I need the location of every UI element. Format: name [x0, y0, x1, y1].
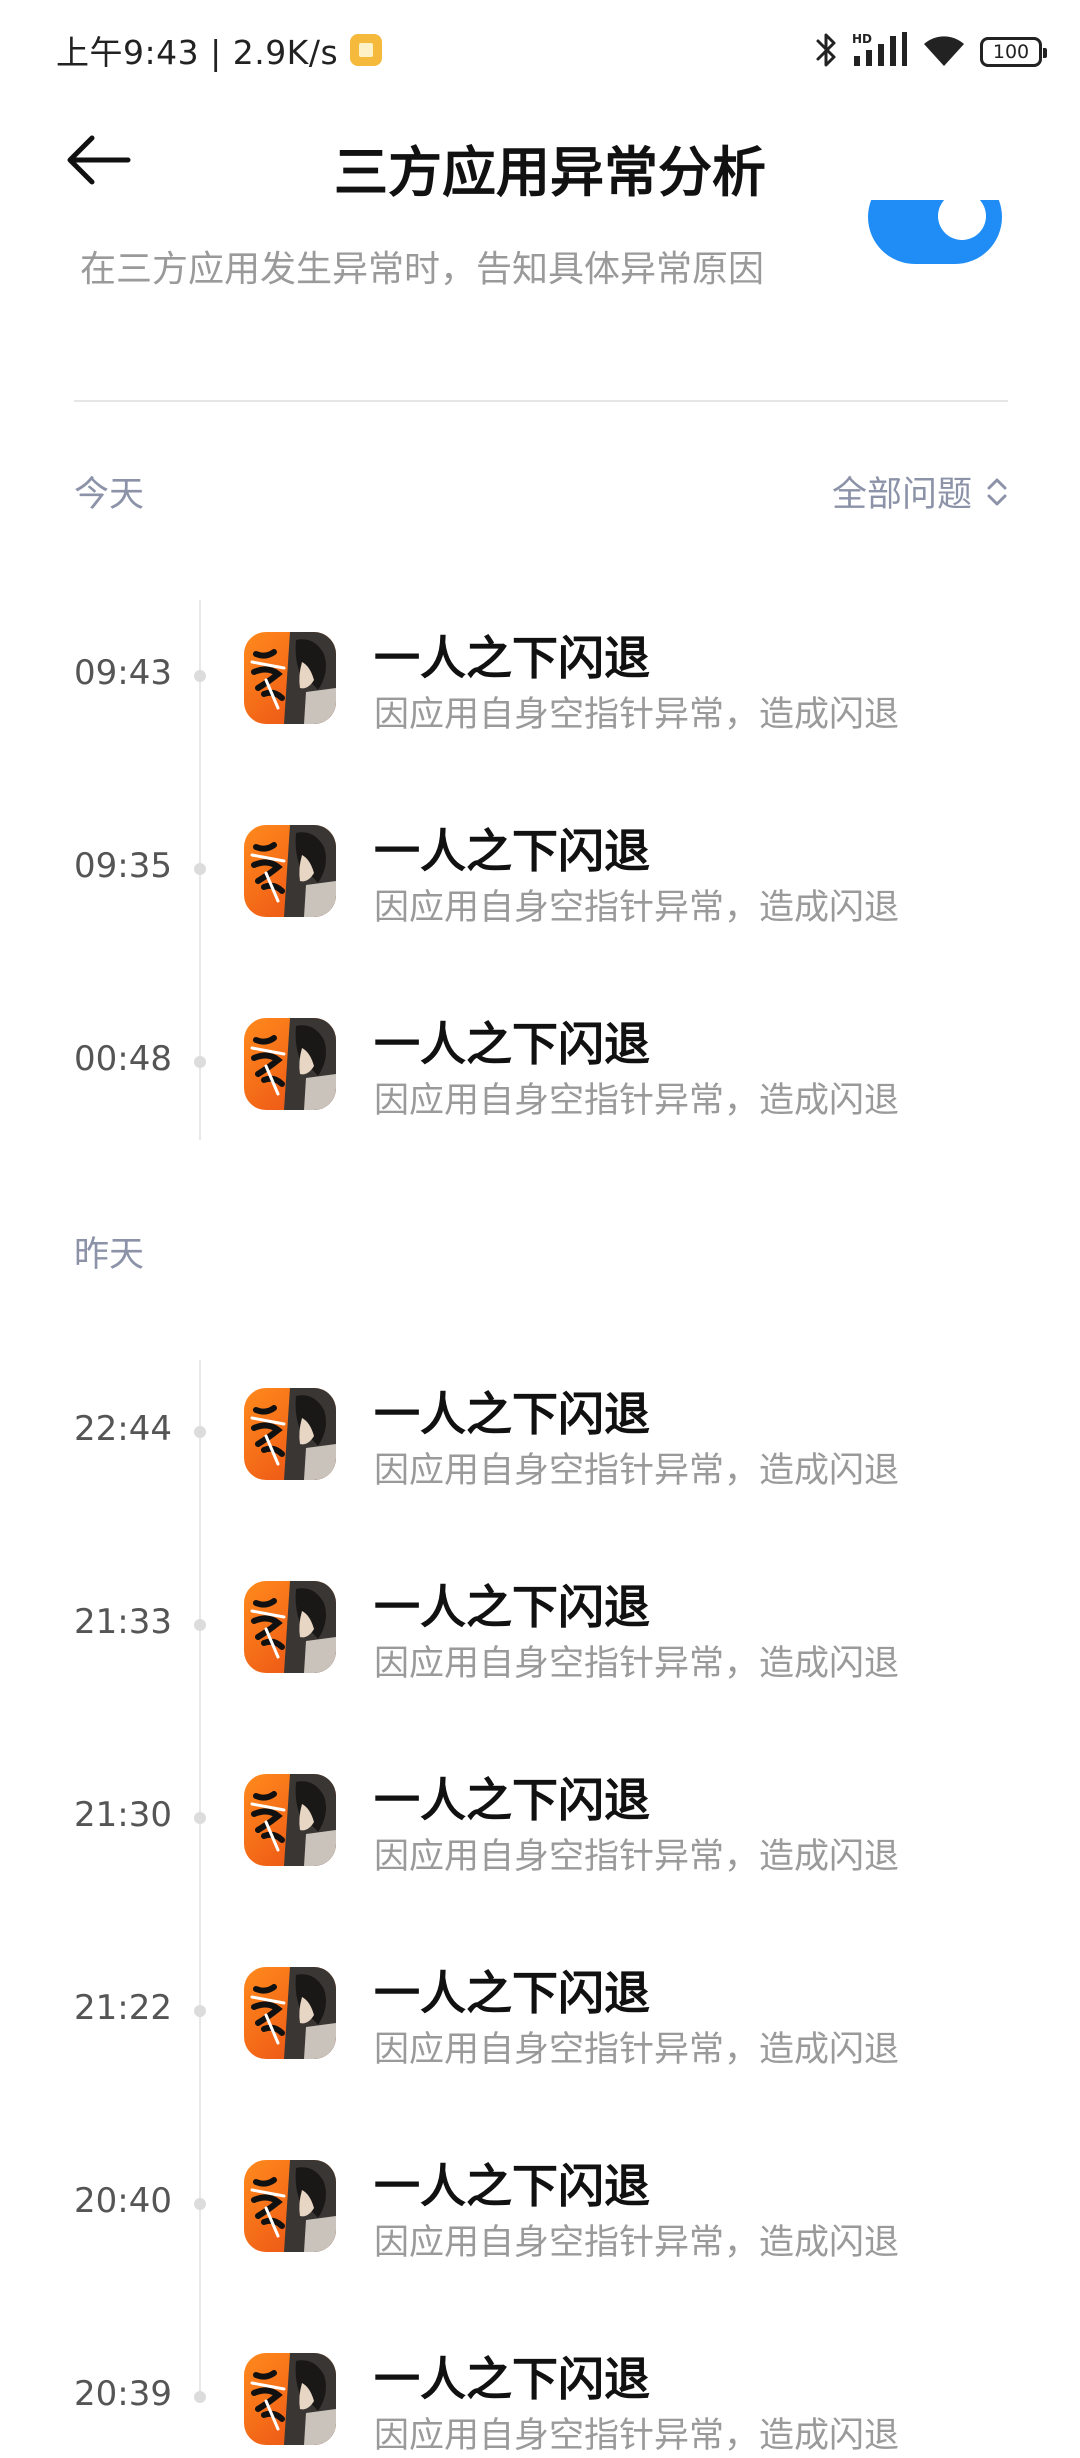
app-icon: [244, 1774, 336, 1866]
entry-description: 因应用自身空指针异常，造成闪退: [374, 695, 900, 735]
entry-time: 20:40: [74, 2181, 172, 2221]
crash-entry[interactable]: 21:22 一人之下闪退 因应用自身空指针异常，造成闪退: [0, 1957, 1080, 2070]
svg-text:HD: HD: [852, 32, 872, 46]
entry-title: 一人之下闪退: [374, 1387, 650, 1441]
header: 三方应用异常分析: [0, 110, 1080, 210]
entry-title: 一人之下闪退: [374, 1017, 650, 1071]
entry-time: 00:48: [74, 1039, 172, 1079]
entry-title: 一人之下闪退: [374, 824, 650, 878]
timeline-dot: [194, 863, 206, 875]
status-bar: 上午9:43 | 2.9K/s HD 100: [0, 0, 1080, 100]
crash-entry[interactable]: 20:39 一人之下闪退 因应用自身空指针异常，造成闪退: [0, 2343, 1080, 2456]
timeline-dot: [194, 1619, 206, 1631]
entry-title: 一人之下闪退: [374, 1773, 650, 1827]
app-icon: [244, 632, 336, 724]
filter-button[interactable]: 全部问题: [832, 466, 1008, 517]
crash-entry[interactable]: 09:43 一人之下闪退 因应用自身空指针异常，造成闪退: [0, 622, 1080, 735]
entry-description: 因应用自身空指针异常，造成闪退: [374, 1644, 900, 1684]
section-label: 今天: [74, 475, 145, 515]
app-icon: [244, 1388, 336, 1480]
crash-entry[interactable]: 09:35 一人之下闪退 因应用自身空指针异常，造成闪退: [0, 815, 1080, 928]
toggle-description: 在三方应用发生异常时，告知具体异常原因: [80, 249, 765, 290]
entry-title: 一人之下闪退: [374, 2352, 650, 2406]
entry-time: 20:39: [74, 2374, 172, 2414]
status-time-speed: 上午9:43 | 2.9K/s: [56, 33, 339, 72]
entry-title: 一人之下闪退: [374, 1580, 650, 1634]
section-header-yesterday: 昨天: [74, 1226, 1008, 1286]
filter-label: 全部问题: [831, 475, 972, 515]
crash-entry[interactable]: 21:33 一人之下闪退 因应用自身空指针异常，造成闪退: [0, 1571, 1080, 1684]
entry-description: 因应用自身空指针异常，造成闪退: [374, 2223, 900, 2263]
page-title: 三方应用异常分析: [334, 141, 766, 204]
enable-analysis-toggle[interactable]: [868, 200, 1002, 264]
crash-entry[interactable]: 22:44 一人之下闪退 因应用自身空指针异常，造成闪退: [0, 1378, 1080, 1491]
timeline-dot: [194, 1812, 206, 1824]
entry-time: 09:43: [74, 653, 172, 693]
crash-entry[interactable]: 20:40 一人之下闪退 因应用自身空指针异常，造成闪退: [0, 2150, 1080, 2263]
crash-entry[interactable]: 21:30 一人之下闪退 因应用自身空指针异常，造成闪退: [0, 1764, 1080, 1877]
app-icon: [244, 1581, 336, 1673]
app-icon: [244, 2353, 336, 2445]
timeline-dot: [194, 1056, 206, 1068]
entry-title: 一人之下闪退: [374, 631, 650, 685]
timeline-dot: [194, 1426, 206, 1438]
entry-time: 09:35: [74, 846, 172, 886]
battery-level: 100: [992, 41, 1030, 63]
notification-app-icon: [350, 34, 383, 66]
timeline-dot: [194, 2391, 206, 2403]
entry-time: 22:44: [74, 1409, 172, 1449]
hd-signal-icon: HD: [852, 30, 908, 74]
entry-description: 因应用自身空指针异常，造成闪退: [374, 1081, 900, 1121]
timeline-dot: [194, 2198, 206, 2210]
wifi-icon: [922, 32, 966, 72]
status-right: HD 100: [814, 30, 1047, 74]
sort-chevrons-icon: [987, 478, 1007, 505]
timeline-dot: [194, 2005, 206, 2017]
crash-entry[interactable]: 00:48 一人之下闪退 因应用自身空指针异常，造成闪退: [0, 1008, 1080, 1121]
section-label: 昨天: [74, 1235, 145, 1275]
entry-time: 21:33: [74, 1602, 172, 1642]
entry-description: 因应用自身空指针异常，造成闪退: [374, 2416, 900, 2456]
section-header-today: 今天 全部问题: [74, 466, 1008, 526]
entry-title: 一人之下闪退: [374, 1966, 650, 2020]
entry-description: 因应用自身空指针异常，造成闪退: [374, 888, 900, 928]
app-icon: [244, 1967, 336, 2059]
bluetooth-icon: [814, 30, 838, 74]
entry-description: 因应用自身空指针异常，造成闪退: [374, 1451, 900, 1491]
battery-icon: 100: [980, 37, 1047, 67]
divider: [74, 400, 1008, 402]
entry-time: 21:22: [74, 1988, 172, 2028]
entry-time: 21:30: [74, 1795, 172, 1835]
status-left: 上午9:43 | 2.9K/s: [56, 26, 383, 74]
entry-description: 因应用自身空指针异常，造成闪退: [374, 1837, 900, 1877]
timeline-dot: [194, 670, 206, 682]
entry-title: 一人之下闪退: [374, 2159, 650, 2213]
entry-description: 因应用自身空指针异常，造成闪退: [374, 2030, 900, 2070]
app-icon: [244, 1018, 336, 1110]
app-icon: [244, 825, 336, 917]
app-icon: [244, 2160, 336, 2252]
